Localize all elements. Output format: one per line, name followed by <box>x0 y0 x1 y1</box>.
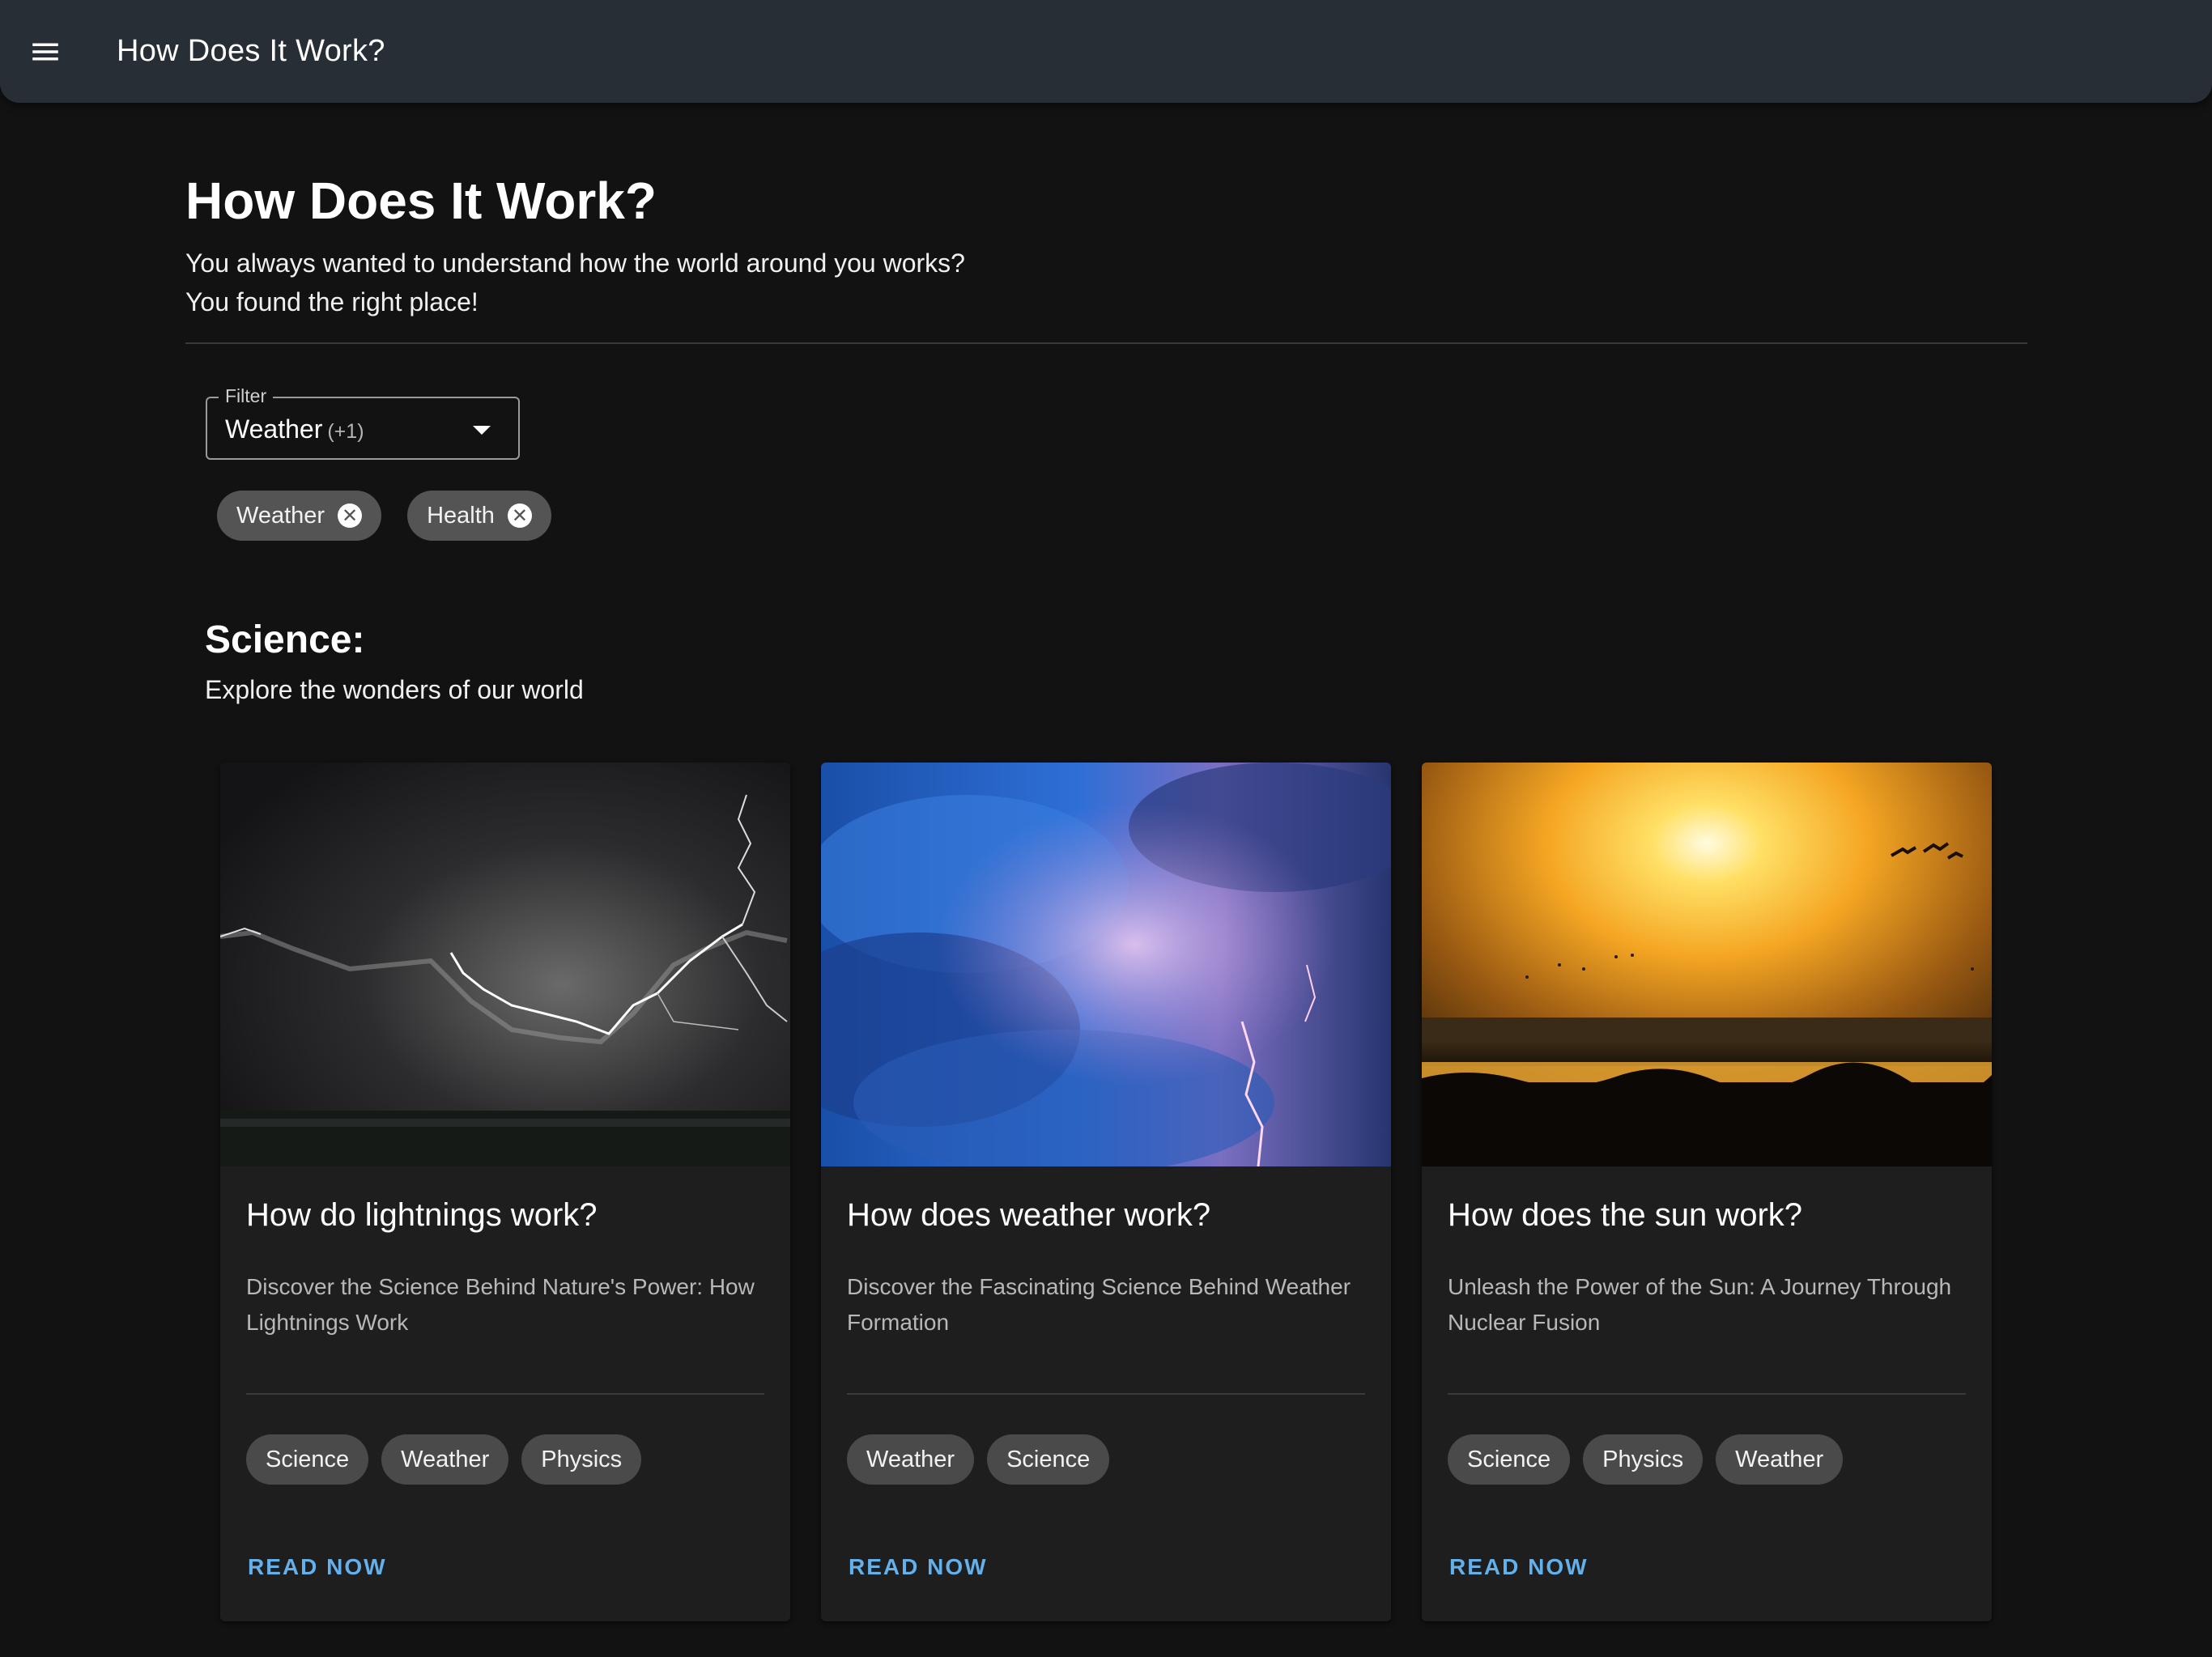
read-now-button[interactable]: READ NOW <box>1449 1554 1589 1580</box>
tag-chip-weather[interactable]: Weather <box>1716 1434 1844 1485</box>
app-bar: How Does It Work? <box>0 0 2212 103</box>
tag-chip-physics[interactable]: Physics <box>521 1434 642 1485</box>
card-image-lightning <box>220 763 790 1166</box>
filter-extra-count: (+1) <box>327 420 364 443</box>
tag-chip-weather[interactable]: Weather <box>847 1434 975 1485</box>
card-title: How do lightnings work? <box>246 1197 598 1233</box>
menu-icon <box>32 43 58 60</box>
article-card-lightnings[interactable]: How do lightnings work? Discover the Sci… <box>220 763 790 1621</box>
cancel-icon[interactable]: ✕ <box>507 503 532 528</box>
card-divider <box>1448 1393 1966 1395</box>
article-card-weather[interactable]: How does weather work? Discover the Fasc… <box>821 763 1391 1621</box>
card-description: Unleash the Power of the Sun: A Journey … <box>1448 1274 1952 1335</box>
card-title: How does the sun work? <box>1448 1197 1803 1233</box>
tag-chip-science[interactable]: Science <box>987 1434 1110 1485</box>
chip-label: Weather <box>236 502 325 529</box>
filter-value: Weather (+1) <box>225 414 364 444</box>
read-now-button[interactable]: READ NOW <box>248 1554 387 1580</box>
card-description: Discover the Fascinating Science Behind … <box>847 1274 1351 1335</box>
selected-filter-chips: Weather ✕ Health ✕ <box>217 491 551 541</box>
filter-chip-health[interactable]: Health ✕ <box>407 491 551 541</box>
card-tags: Weather Science <box>847 1434 1110 1485</box>
filter-chip-weather[interactable]: Weather ✕ <box>217 491 382 541</box>
tag-chip-weather[interactable]: Weather <box>381 1434 509 1485</box>
subtitle-line-1: You always wanted to understand how the … <box>185 249 965 278</box>
app-bar-title: How Does It Work? <box>117 34 385 68</box>
card-tags: Science Weather Physics <box>246 1434 642 1485</box>
filter-select[interactable]: Filter Weather (+1) <box>206 385 520 460</box>
arrow-drop-down-icon[interactable] <box>473 426 491 435</box>
tag-chip-science[interactable]: Science <box>246 1434 369 1485</box>
card-title: How does weather work? <box>847 1197 1211 1233</box>
card-tags: Science Physics Weather <box>1448 1434 1844 1485</box>
section-subtitle: Explore the wonders of our world <box>205 675 584 704</box>
card-image-storm-clouds <box>821 763 1391 1166</box>
header-divider <box>185 342 2027 344</box>
cancel-icon[interactable]: ✕ <box>338 503 363 528</box>
page-title: How Does It Work? <box>185 172 657 230</box>
tag-chip-science[interactable]: Science <box>1448 1434 1571 1485</box>
read-now-button[interactable]: READ NOW <box>849 1554 988 1580</box>
card-image-sunset <box>1422 763 1992 1166</box>
filter-label: Filter <box>219 385 274 407</box>
menu-button[interactable] <box>0 0 91 103</box>
section-title: Science: <box>205 618 365 661</box>
card-divider <box>847 1393 1365 1395</box>
subtitle-line-2: You found the right place! <box>185 287 479 317</box>
chip-label: Health <box>427 502 495 529</box>
article-card-sun[interactable]: How does the sun work? Unleash the Power… <box>1422 763 1992 1621</box>
page-subtitle: You always wanted to understand how the … <box>185 244 965 321</box>
tag-chip-physics[interactable]: Physics <box>1583 1434 1704 1485</box>
card-description: Discover the Science Behind Nature's Pow… <box>246 1274 755 1335</box>
filter-selected-value: Weather <box>225 414 323 444</box>
card-divider <box>246 1393 764 1395</box>
